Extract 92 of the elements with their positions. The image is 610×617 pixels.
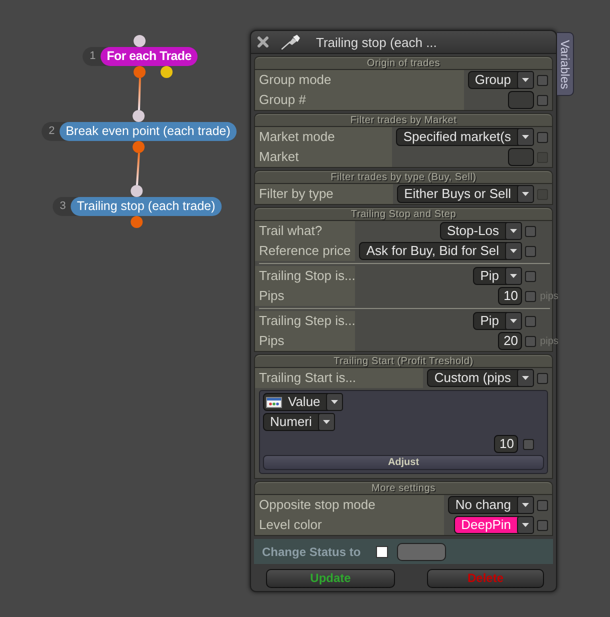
section-header: Trailing Start (Profit Treshold) [255,355,552,368]
field-label: Market mode [255,127,392,147]
input-field[interactable] [508,91,534,109]
dropdown[interactable]: Value [263,393,344,411]
caret-icon[interactable] [517,516,534,534]
unit-label: pips [540,336,560,346]
field-label: Group mode [255,70,464,90]
field-label: Group # [255,90,464,110]
connector-line [138,78,141,110]
output-port-icon[interactable] [134,66,146,78]
checkbox[interactable] [525,290,536,302]
checkbox[interactable] [525,226,536,236]
node-label: Trailing stop (each trade) [70,197,222,216]
output-port-icon[interactable] [161,66,173,78]
caret-icon[interactable] [505,242,522,260]
connector-line [136,152,140,186]
field-label: Trail what? [255,221,356,241]
input-field[interactable]: 10 [494,435,518,453]
field-label: Trailing Stop is... [255,266,356,286]
input-field[interactable]: 20 [498,332,522,350]
dropdown[interactable]: Custom (pips [427,369,534,387]
section-header: More settings [255,482,552,495]
node-label: For each Trade [100,47,198,66]
checkbox[interactable] [525,270,536,282]
dropdown[interactable]: Pip [473,267,522,285]
checkbox[interactable] [525,246,536,256]
caret-icon[interactable] [517,128,534,146]
dropdown[interactable]: Ask for Buy, Bid for Sel [359,242,522,260]
field-label: Opposite stop mode [255,495,444,515]
checkbox[interactable] [537,520,548,530]
caret-icon[interactable] [517,369,534,387]
caret-icon[interactable] [505,222,522,240]
dropdown[interactable]: Stop-Los [440,222,522,240]
node-number: 1 [88,49,97,64]
field-label: Trailing Start is... [255,368,424,388]
node-label: Break even point (each trade) [60,122,236,141]
flow-node[interactable]: 2 Break even point (each trade) [42,122,236,141]
dropdown[interactable]: Specified market(s [396,128,534,146]
status-label: Change Status to [262,544,361,558]
caret-icon[interactable] [517,185,534,203]
input-field[interactable]: 10 [498,287,522,305]
field-label: Filter by type [255,184,394,204]
checkbox[interactable] [523,438,534,450]
checkbox[interactable] [537,132,548,142]
section-header: Filter trades by type (Buy, Sell) [255,171,552,184]
pin-icon[interactable] [281,34,301,50]
window-title: Trailing stop (each ... [316,34,437,50]
caret-icon[interactable] [318,413,335,431]
section-header: Origin of trades [255,57,552,70]
variables-tab[interactable]: Variables [557,32,574,96]
field-label: Level color [255,515,444,535]
dropdown[interactable]: No chang [448,496,534,514]
flow-node[interactable]: 3 Trailing stop (each trade) [52,197,222,216]
caret-icon[interactable] [517,496,534,514]
dropdown[interactable]: Either Buys or Sell [397,185,534,203]
field-label: Trailing Step is... [255,311,356,331]
field-label: Pips [255,331,356,351]
field-label: Market [255,147,392,167]
dropdown[interactable]: Group [468,71,534,89]
flow-node[interactable]: 1 For each Trade [82,47,198,66]
field-label: Pips [255,286,356,306]
section-header: Trailing Stop and Step [255,208,552,221]
checkbox[interactable] [525,336,536,346]
input-port-icon[interactable] [133,110,145,122]
caret-icon[interactable] [326,393,344,411]
unit-label: pips [540,290,560,302]
update-button[interactable]: Update [266,569,395,588]
section-header: Filter trades by Market [255,114,552,127]
checkbox[interactable] [537,500,548,510]
output-port-icon[interactable] [133,141,145,153]
checkbox[interactable] [376,546,388,558]
close-icon[interactable] [257,36,269,48]
field-label: Reference price [255,241,356,261]
checkbox[interactable] [537,94,548,106]
panel-icon [266,396,282,408]
dropdown[interactable]: Numeri [263,413,335,431]
caret-icon[interactable] [505,267,522,285]
dropdown[interactable]: DeepPin [454,516,534,534]
checkbox[interactable] [537,372,548,384]
adjust-button[interactable]: Adjust [263,455,544,470]
node-number: 2 [48,124,56,139]
node-number: 3 [58,199,67,214]
input-port-icon[interactable] [134,35,146,47]
output-port-icon[interactable] [131,216,143,228]
checkbox[interactable] [525,316,536,326]
status-field[interactable] [396,542,446,560]
checkbox[interactable] [537,74,548,86]
caret-icon[interactable] [517,71,534,89]
dropdown[interactable]: Pip [473,312,522,330]
input-port-icon[interactable] [131,185,143,197]
caret-icon[interactable] [505,312,522,330]
input-field[interactable] [508,148,534,166]
